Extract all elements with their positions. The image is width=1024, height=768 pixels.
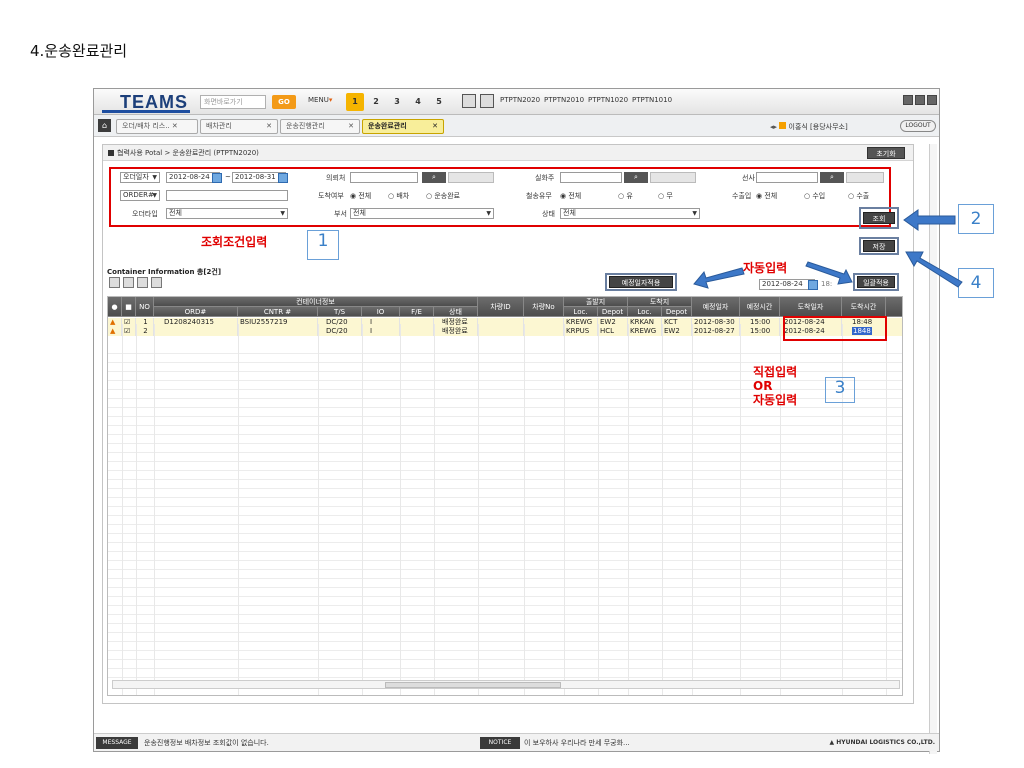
arrow-to-bulk-apply — [905, 251, 963, 288]
arrow-auto-left — [693, 267, 745, 289]
arrow-to-search — [903, 209, 956, 231]
annotation-arrows — [693, 209, 963, 289]
arrow-auto-right — [805, 261, 853, 285]
